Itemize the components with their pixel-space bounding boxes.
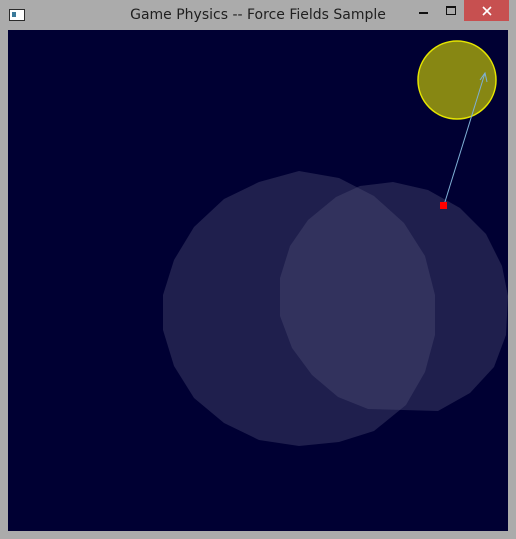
close-button[interactable] [464, 0, 509, 21]
title-bar[interactable]: Game Physics -- Force Fields Sample [0, 0, 516, 30]
force-field-right [280, 182, 508, 411]
particle [440, 202, 447, 209]
simulation-canvas[interactable] [8, 30, 508, 531]
maximize-icon [445, 6, 456, 15]
maximize-button[interactable] [437, 0, 464, 21]
app-window: Game Physics -- Force Fields Sample [0, 0, 516, 539]
close-icon [481, 5, 492, 16]
minimize-icon [418, 11, 428, 14]
scene-svg [163, 40, 508, 446]
minimize-button[interactable] [410, 0, 436, 21]
target-circle [417, 40, 497, 120]
